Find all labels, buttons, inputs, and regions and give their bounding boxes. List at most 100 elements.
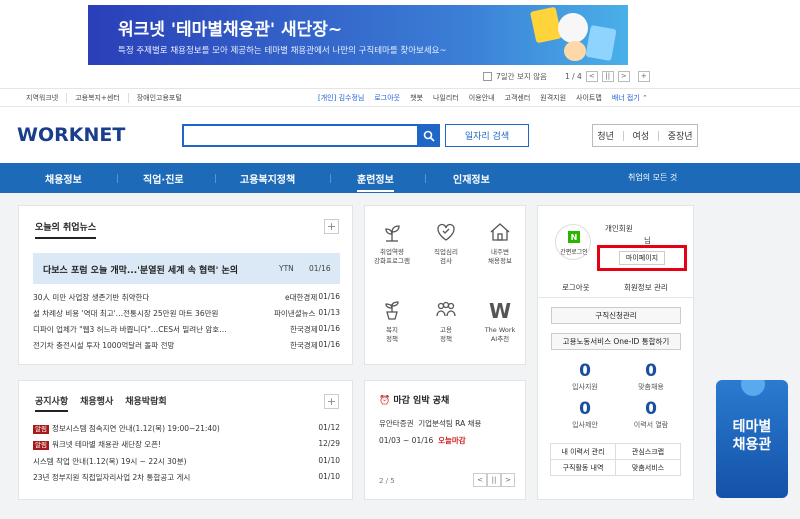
notice-row[interactable]: 시스템 작업 안내(1.12(목) 19시 ~ 22시 30분) 01/10 <box>33 456 340 468</box>
news-row[interactable]: 30人 미만 사업장 생존기반 취약한다 e대한경제 01/16 <box>33 292 340 304</box>
nav-all-link[interactable]: 취업의 모든 것 <box>628 172 677 183</box>
banner-add-button[interactable]: + <box>637 70 650 82</box>
member-type: 개인회원 <box>605 224 633 233</box>
util-link-regional[interactable]: 지역워크넷 <box>26 93 68 103</box>
house-icon <box>490 223 510 241</box>
middle-aged-link[interactable]: 중장년 <box>668 129 693 142</box>
customer-center-link[interactable]: 고객센터 <box>505 93 531 103</box>
hide-7days-checkbox[interactable] <box>483 71 492 81</box>
count-applied[interactable]: 0 입사지원 <box>560 362 610 392</box>
member-edit-link[interactable]: 회원정보 관리 <box>624 282 668 293</box>
banner-prev-button[interactable]: < <box>585 70 598 82</box>
alert-badge: 알림 <box>33 425 49 434</box>
count-resume-views[interactable]: 0 이력서 열람 <box>626 400 676 430</box>
headline-date: 01/16 <box>309 264 331 273</box>
deadline-item[interactable]: 유안타증권 기업분석팀 RA 채용 <box>379 418 481 429</box>
member-logout-link[interactable]: 로그아웃 <box>562 282 590 293</box>
tab-notice[interactable]: 공지사항 <box>35 394 69 412</box>
search-input[interactable] <box>182 124 440 147</box>
mypage-button[interactable]: 마이페이지 <box>597 245 687 271</box>
notice-row[interactable]: 알림 정보시스템 점속지연 안내(1.12(목) 19:00~21:40) 01/1… <box>33 423 340 435</box>
notice-row[interactable]: 알림 워크넷 테마별 채용관 새단장 오픈! 12/29 <box>33 439 340 451</box>
nav-career[interactable]: 직업·진로 <box>143 171 184 186</box>
quick-thework-ai[interactable]: W The Work AI추천 <box>473 298 527 344</box>
banner-illustration <box>564 41 586 61</box>
banner-next-button[interactable]: > <box>617 70 630 82</box>
deadline-page: 2 / 5 <box>379 477 395 485</box>
news-row[interactable]: 디파이 업체가 "웹3 허느라 바쁩니다"…CES서 밀려난 암호… 한국경제 01… <box>33 324 340 336</box>
quick-menu-panel: 취업역량 강화프로그램 직업심리 검사 내주변 채용정보 복지 정책 고용 정책 W Th… <box>364 205 526 365</box>
top-banner[interactable]: 워크넷 '테마별채용관' 새단장~ 특정 주제별로 채용정보를 모아 제공하는 … <box>88 5 628 65</box>
alert-badge: 알림 <box>33 441 49 450</box>
women-link[interactable]: 여성 <box>633 129 650 142</box>
naver-login[interactable]: N 간편로그인 <box>555 224 591 260</box>
notice-more-button[interactable]: + <box>324 394 339 409</box>
remote-support-link[interactable]: 원격지원 <box>540 93 566 103</box>
sitemap-link[interactable]: 사이트맵 <box>576 93 602 103</box>
due-today-label: 오늘마감 <box>438 436 466 445</box>
deadline-next-button[interactable]: > <box>501 473 515 487</box>
worknet-logo[interactable]: WORKNET <box>17 124 125 146</box>
my-service-link[interactable]: 나일리터 <box>433 93 459 103</box>
news-title: 오늘의 취업뉴스 <box>35 220 97 239</box>
quick-nearby-jobs[interactable]: 내주변 채용정보 <box>473 220 527 266</box>
svg-text:W: W <box>489 299 511 322</box>
member-links: 내 이력서 관리 관심스크랩 구직활동 내역 맞춤서비스 <box>550 443 681 476</box>
util-link-welfare-center[interactable]: 고용복지+센터 <box>75 93 129 103</box>
quick-training-program[interactable]: 취업역량 강화프로그램 <box>365 220 419 266</box>
tab-job-fair[interactable]: 채용박람회 <box>125 394 166 412</box>
logout-link[interactable]: 로그아웃 <box>374 93 400 103</box>
deadline-title: ⏰ 마감 임박 공채 <box>379 396 450 406</box>
heart-check-icon <box>437 223 455 241</box>
search-button[interactable] <box>417 124 440 147</box>
deadline-pause-button[interactable]: || <box>487 473 501 487</box>
quick-psych-test[interactable]: 직업심리 검사 <box>419 220 473 266</box>
util-link-disabled-portal[interactable]: 장애인고용포털 <box>137 93 190 103</box>
nav-welfare-policy[interactable]: 고용복지정책 <box>240 171 295 186</box>
youth-link[interactable]: 청년 <box>597 129 614 142</box>
quick-welfare-policy[interactable]: 복지 정책 <box>365 298 419 344</box>
plant-pot-icon <box>385 301 399 320</box>
thework-w-icon: W <box>489 299 511 322</box>
quick-employment-policy[interactable]: 고용 정책 <box>419 298 473 344</box>
nav-job-info[interactable]: 채용정보 <box>45 171 82 186</box>
chevron-up-icon: ⌃ <box>642 94 648 102</box>
job-application-manage-button[interactable]: 구직신청관리 <box>551 307 681 324</box>
deadline-period: 01/03 ~ 01/16 오늘마감 <box>379 436 466 445</box>
resume-manage-link[interactable]: 내 이력서 관리 <box>550 443 616 460</box>
custom-service-link[interactable]: 맞춤서비스 <box>615 459 681 476</box>
search-icon <box>423 130 435 142</box>
job-search-button[interactable]: 일자리 검색 <box>445 124 529 147</box>
banner-subtitle: 특정 주제별로 채용정보를 모아 제공하는 테마별 채용관에서 나만의 구직테마… <box>118 46 447 56</box>
nav-talent[interactable]: 인재정보 <box>453 171 490 186</box>
news-headline[interactable]: 다보스 포럼 오늘 개막...'분열된 세계 속 협력' 논의 YTN 01/1… <box>33 253 340 284</box>
utility-bar: 지역워크넷 고용복지+센터 장애인고용포털 [개인] 김수정님 로그아웃 챗봇 … <box>0 88 800 107</box>
count-offers[interactable]: 0 입사제안 <box>560 400 610 430</box>
news-row[interactable]: 전기차 충전시설 투자 1000억달러 돌파 전망 한국경제 01/16 <box>33 340 340 352</box>
naver-login-label: 간편로그인 <box>560 249 588 256</box>
nav-training[interactable]: 훈련정보 <box>357 171 394 192</box>
deadline-prev-button[interactable]: < <box>473 473 487 487</box>
hide-7days-label: 7일간 보지 않음 <box>496 71 547 81</box>
oneid-integrate-button[interactable]: 고용노동서비스 One-ID 통합하기 <box>551 333 681 350</box>
banner-decoration <box>741 380 765 396</box>
banner-toggle-link[interactable]: 배너 접기 ⌃ <box>612 93 648 103</box>
banner-title: 워크넷 '테마별채용관' 새단장~ <box>118 20 343 40</box>
banner-page-indicator: 1 / 4 <box>564 71 582 81</box>
chatbot-link[interactable]: 챗봇 <box>410 93 423 103</box>
banner-pause-button[interactable]: || <box>601 70 614 82</box>
guide-link[interactable]: 이용안내 <box>469 93 495 103</box>
theme-hiring-banner[interactable]: 테마별 채용관 <box>716 380 788 498</box>
headline-text: 다보스 포럼 오늘 개막...'분열된 세계 속 협력' 논의 <box>43 266 239 276</box>
news-row[interactable]: 설 차례상 비용 '역대 최고'…전통시장 25만원 마트 36만원 파이낸셜뉴스… <box>33 308 340 320</box>
tab-hiring-events[interactable]: 채용행사 <box>80 394 113 412</box>
alarm-clock-icon: ⏰ <box>379 396 391 406</box>
scrap-link[interactable]: 관심스크랩 <box>615 443 681 460</box>
headline-source: YTN <box>279 264 294 273</box>
deadline-panel: ⏰ 마감 임박 공채 유안타증권 기업분석팀 RA 채용 01/03 ~ 01/… <box>364 380 526 500</box>
notice-row[interactable]: 23년 정부지원 직접일자리사업 2차 통합공고 게시 01/10 <box>33 472 340 484</box>
job-activity-link[interactable]: 구직활동 내역 <box>550 459 616 476</box>
count-matched[interactable]: 0 맞춤채용 <box>626 362 676 392</box>
people-icon <box>436 301 456 317</box>
news-more-button[interactable]: + <box>324 219 339 234</box>
